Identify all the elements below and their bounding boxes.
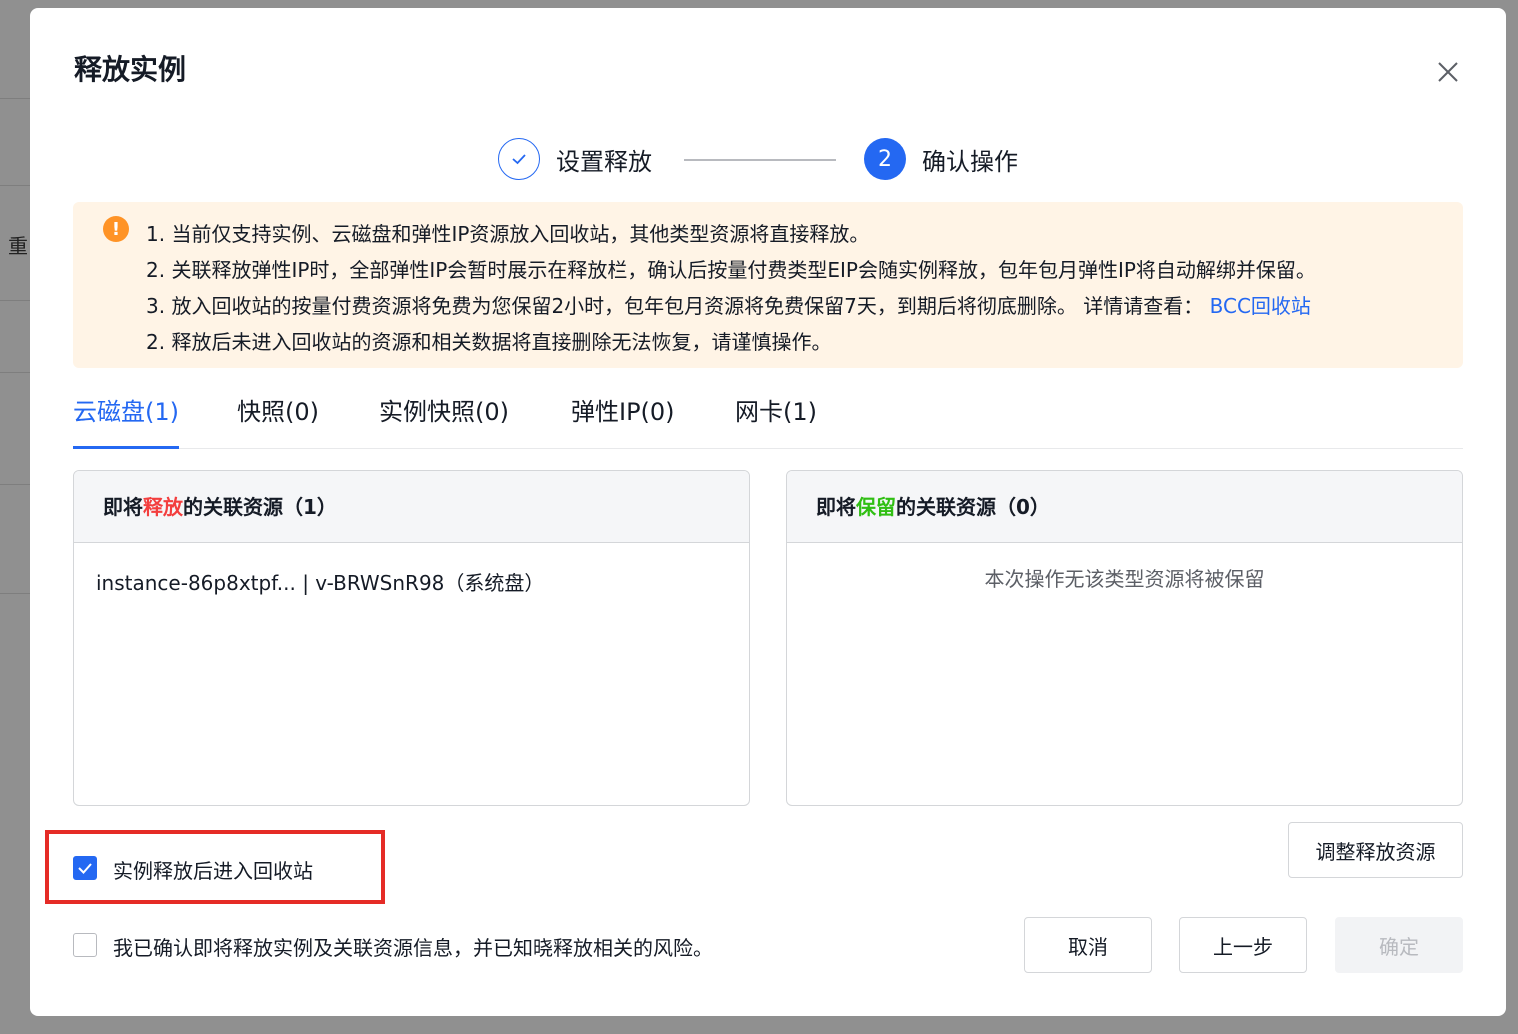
step-set-release: 设置释放 <box>498 138 652 180</box>
tab-network-card[interactable]: 网卡(1) <box>735 394 817 448</box>
bg-divider <box>0 300 30 301</box>
alert-line: 3. 放入回收站的按量付费资源将免费为您保留2小时，包年包月资源将免费保留7天，… <box>146 290 1311 319</box>
bg-partial-text: 重 <box>8 234 28 258</box>
step-label: 设置释放 <box>556 147 652 176</box>
recycle-checkbox-label[interactable]: 实例释放后进入回收站 <box>113 855 313 884</box>
bg-divider <box>0 98 30 99</box>
panel-header: 即将释放的关联资源（1） <box>74 471 749 543</box>
bcc-recycle-link[interactable]: BCC回收站 <box>1210 294 1311 318</box>
warning-alert: ! 1. 当前仅支持实例、云磁盘和弹性IP资源放入回收站，其他类型资源将直接释放… <box>73 202 1463 368</box>
empty-text: 本次操作无该类型资源将被保留 <box>984 567 1265 591</box>
list-item: instance-86p8xtpf... | v-BRWSnR98（系统盘） <box>96 571 545 595</box>
panel-title-highlight: 保留 <box>856 495 896 519</box>
release-resources-panel: 即将释放的关联资源（1） instance-86p8xtpf... | v-BR… <box>73 470 750 806</box>
tab-cloud-disk[interactable]: 云磁盘(1) <box>73 394 179 449</box>
dialog-title: 释放实例 <box>74 53 187 86</box>
step-confirm: 2 确认操作 <box>864 138 1018 180</box>
keep-resources-panel: 即将保留的关联资源（0） 本次操作无该类型资源将被保留 <box>786 470 1463 806</box>
bg-divider <box>0 484 30 485</box>
adjust-release-resources-button[interactable]: 调整释放资源 <box>1288 822 1463 878</box>
panel-title-highlight: 释放 <box>143 495 183 519</box>
steps: 设置释放 2 确认操作 <box>498 138 1098 184</box>
close-icon[interactable] <box>1434 58 1462 86</box>
release-instance-dialog: 释放实例 设置释放 2 确认操作 ! 1. 当前仅支持实例、云磁盘和弹性IP资源… <box>30 8 1506 1016</box>
alert-line: 2. 释放后未进入回收站的资源和相关数据将直接删除无法恢复，请谨慎操作。 <box>146 330 832 354</box>
recycle-checkbox[interactable] <box>73 856 97 880</box>
alert-line: 1. 当前仅支持实例、云磁盘和弹性IP资源放入回收站，其他类型资源将直接释放。 <box>146 222 870 246</box>
previous-step-button[interactable]: 上一步 <box>1179 917 1307 973</box>
step-number: 2 <box>864 138 906 180</box>
tab-active-indicator <box>73 446 179 449</box>
panel-title: 即将 <box>816 495 856 519</box>
tab-elastic-ip[interactable]: 弹性IP(0) <box>571 394 675 448</box>
check-icon <box>498 138 540 180</box>
alert-line-text: 3. 放入回收站的按量付费资源将免费为您保留2小时，包年包月资源将免费保留7天，… <box>146 294 1204 318</box>
bg-divider <box>0 372 30 373</box>
check-icon <box>78 863 92 874</box>
bg-divider <box>0 185 30 186</box>
tab-label: 云磁盘(1) <box>73 398 179 426</box>
panel-title: 的关联资源（0） <box>896 495 1050 519</box>
confirm-button[interactable]: 确定 <box>1335 917 1463 973</box>
tab-instance-snapshot[interactable]: 实例快照(0) <box>379 394 509 448</box>
confirm-risk-label[interactable]: 我已确认即将释放实例及关联资源信息，并已知晓释放相关的风险。 <box>113 932 713 961</box>
panel-header: 即将保留的关联资源（0） <box>787 471 1462 543</box>
bg-divider <box>0 593 30 594</box>
step-label: 确认操作 <box>922 147 1018 176</box>
step-connector <box>684 159 836 161</box>
tab-snapshot[interactable]: 快照(0) <box>237 394 319 448</box>
confirm-risk-checkbox[interactable] <box>73 933 97 957</box>
cancel-button[interactable]: 取消 <box>1024 917 1152 973</box>
resource-tabs: 云磁盘(1) 快照(0) 实例快照(0) 弹性IP(0) 网卡(1) <box>73 394 1463 449</box>
warning-icon: ! <box>103 216 129 242</box>
alert-line: 2. 关联释放弹性IP时，全部弹性IP会暂时展示在释放栏，确认后按量付费类型EI… <box>146 258 1316 282</box>
panel-title: 的关联资源（1） <box>183 495 337 519</box>
panel-title: 即将 <box>103 495 143 519</box>
